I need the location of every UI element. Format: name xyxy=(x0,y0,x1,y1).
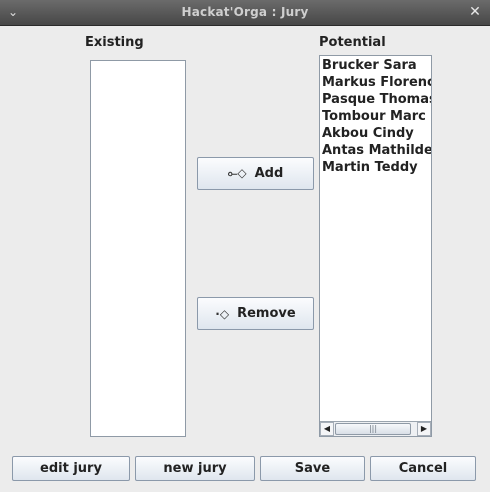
save-button[interactable]: Save xyxy=(260,456,365,481)
list-item[interactable]: Akbou Cindy xyxy=(320,125,431,142)
potential-label: Potential xyxy=(319,35,386,50)
remove-button-label: Remove xyxy=(237,306,296,321)
new-jury-button-label: new jury xyxy=(163,461,227,476)
existing-label: Existing xyxy=(85,35,144,50)
close-icon[interactable]: ✕ xyxy=(468,4,482,20)
remove-arrow-icon: ·◇ xyxy=(215,306,230,321)
add-arrow-icon: ⟜◇ xyxy=(227,166,247,180)
save-button-label: Save xyxy=(294,461,331,476)
list-item[interactable]: Tombour Marc xyxy=(320,108,431,125)
title-bar: ⌄ Hackat'Orga : Jury ✕ xyxy=(0,0,490,26)
remove-button[interactable]: ·◇ Remove xyxy=(197,297,314,330)
add-button[interactable]: ⟜◇ Add xyxy=(197,157,314,190)
edit-jury-button-label: edit jury xyxy=(40,461,102,476)
scroll-left-arrow-icon[interactable]: ◀ xyxy=(320,422,334,436)
scroll-right-arrow-icon[interactable]: ▶ xyxy=(417,422,431,436)
edit-jury-button[interactable]: edit jury xyxy=(12,456,130,481)
cancel-button-label: Cancel xyxy=(398,461,448,476)
scroll-thumb[interactable]: ||| xyxy=(335,423,411,435)
new-jury-button[interactable]: new jury xyxy=(135,456,255,481)
list-item[interactable]: Markus Florence xyxy=(320,74,431,91)
potential-list-horizontal-scrollbar[interactable]: ◀ ||| ▶ xyxy=(320,421,431,436)
window-title: Hackat'Orga : Jury xyxy=(181,5,309,19)
list-item[interactable]: Pasque Thomas xyxy=(320,91,431,108)
cancel-button[interactable]: Cancel xyxy=(370,456,476,481)
list-item[interactable]: Martin Teddy xyxy=(320,159,431,176)
potential-list-items: Brucker SaraMarkus FlorencePasque Thomas… xyxy=(320,57,431,176)
add-button-label: Add xyxy=(254,166,284,181)
potential-list[interactable]: Brucker SaraMarkus FlorencePasque Thomas… xyxy=(319,55,432,437)
list-item[interactable]: Brucker Sara xyxy=(320,57,431,74)
list-item[interactable]: Antas Mathilde xyxy=(320,142,431,159)
existing-list[interactable] xyxy=(90,60,186,437)
